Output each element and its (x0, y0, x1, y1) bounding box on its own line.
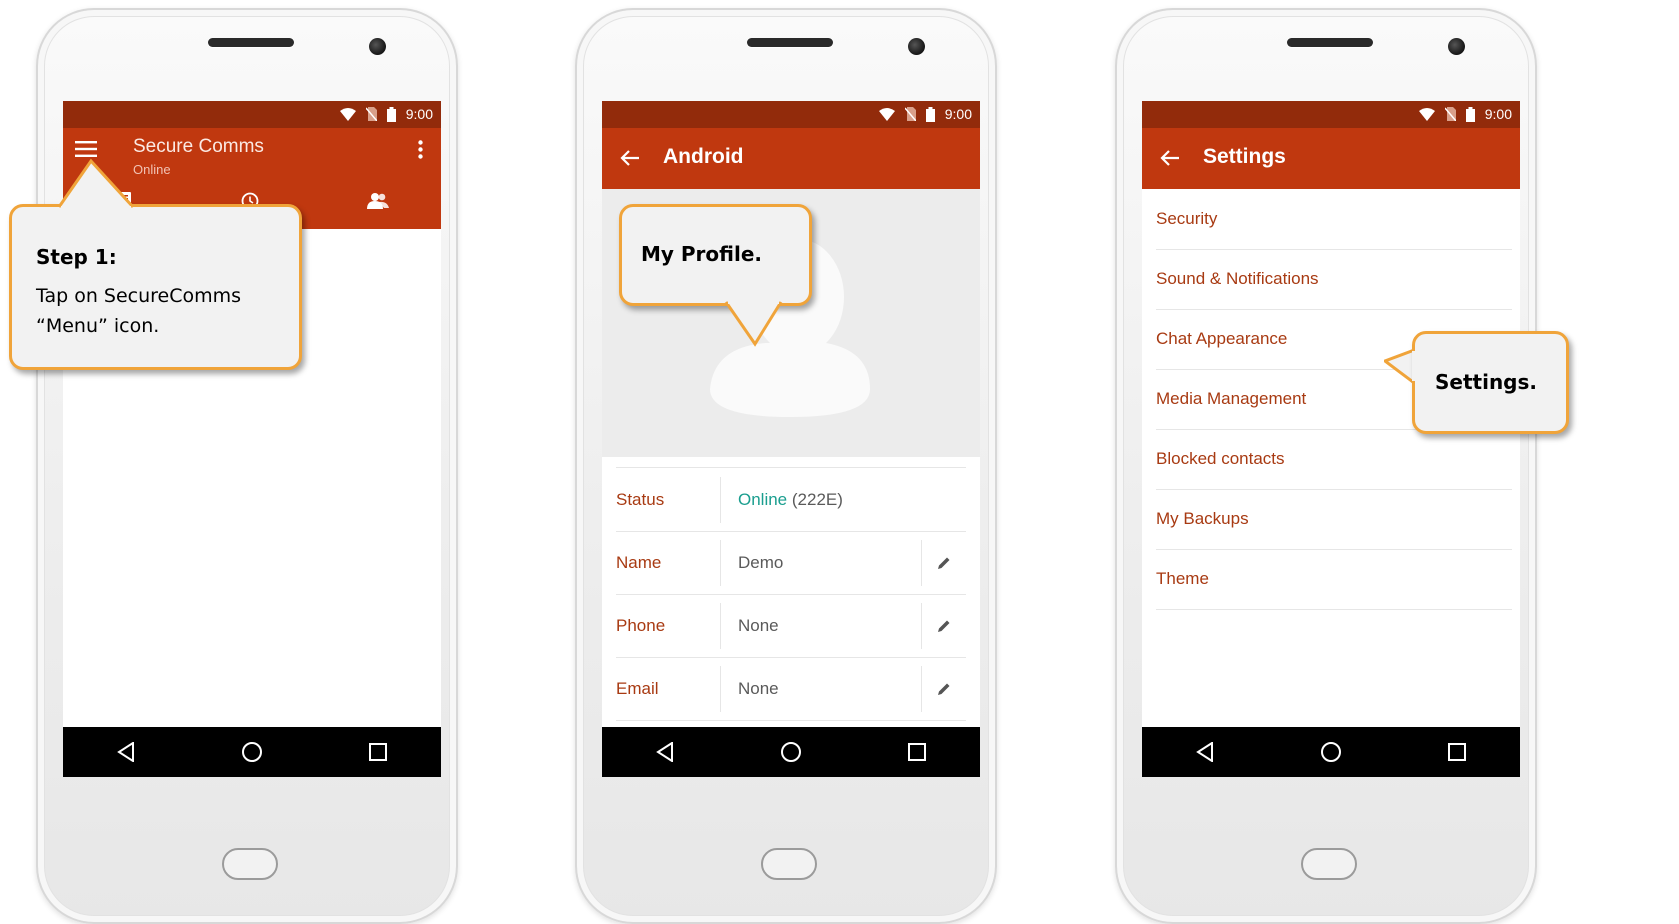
status-label: Status (616, 489, 665, 509)
earpiece-speaker (208, 38, 294, 47)
status-online-text: Online (738, 489, 788, 509)
battery-icon (1465, 106, 1475, 122)
screen-3: 9:00 Settings Security Sound & Notificat… (1142, 101, 1520, 777)
wifi-icon (878, 107, 895, 121)
wifi-icon (339, 107, 356, 121)
nav-back-button[interactable] (1185, 732, 1225, 772)
nav-back-icon (656, 742, 673, 762)
edit-pencil-icon (938, 683, 950, 695)
callout-pointer (724, 300, 783, 347)
profile-row-phone[interactable]: Phone None (616, 594, 966, 658)
hardware-home-button[interactable] (761, 848, 817, 880)
screen-title: Settings (1203, 145, 1286, 168)
status-time: 9:00 (944, 106, 972, 122)
nav-recents-icon (369, 743, 387, 761)
front-camera (369, 38, 386, 55)
nav-home-icon (1321, 742, 1341, 762)
phone-frame-2: 9:00 Android Status Online (222E) Name D… (575, 8, 997, 924)
nav-back-button[interactable] (645, 732, 685, 772)
nav-recents-button[interactable] (897, 732, 937, 772)
status-extra-text: (222E) (791, 489, 843, 509)
front-camera (1448, 38, 1465, 55)
nav-home-button[interactable] (771, 732, 811, 772)
callout-text-line-2: “Menu” icon. (36, 315, 160, 337)
hardware-home-button[interactable] (1301, 848, 1357, 880)
edit-pencil-icon (938, 620, 950, 632)
nav-back-icon (117, 742, 134, 762)
menu-icon[interactable] (75, 141, 97, 157)
battery-icon (925, 106, 935, 122)
battery-icon (386, 106, 396, 122)
no-sim-icon (904, 107, 916, 121)
edit-name-button[interactable] (921, 539, 966, 586)
status-bar: 9:00 (1142, 101, 1520, 128)
edit-phone-button[interactable] (921, 602, 966, 649)
nav-recents-icon (908, 743, 926, 761)
email-value: None (738, 678, 779, 698)
app-title: Secure Comms (133, 136, 264, 157)
callout-pointer (57, 158, 135, 210)
contacts-icon[interactable] (367, 192, 389, 209)
settings-item-my-backups[interactable]: My Backups (1156, 489, 1512, 550)
profile-row-email[interactable]: Email None (616, 657, 966, 721)
profile-row-name[interactable]: Name Demo (616, 531, 966, 595)
phone-label: Phone (616, 615, 666, 635)
app-bar: Android (602, 128, 980, 189)
no-sim-icon (365, 107, 377, 121)
name-value: Demo (738, 552, 784, 572)
more-vert-icon[interactable] (418, 140, 423, 159)
status-time: 9:00 (1484, 106, 1512, 122)
email-label: Email (616, 678, 659, 698)
settings-item-sound-notifications[interactable]: Sound & Notifications (1156, 249, 1512, 310)
nav-back-icon (1196, 742, 1213, 762)
callout-title: Step 1: (36, 245, 117, 269)
system-nav-bar (1142, 727, 1520, 777)
status-value: Online (222E) (721, 490, 966, 510)
status-bar: 9:00 (63, 101, 441, 128)
pointer-cover (1412, 351, 1418, 381)
wifi-icon (1418, 107, 1435, 121)
system-nav-bar (63, 727, 441, 777)
edit-pencil-icon (938, 557, 950, 569)
back-arrow-icon[interactable] (620, 149, 640, 167)
name-label: Name (616, 552, 662, 572)
system-nav-bar (602, 727, 980, 777)
settings-item-theme[interactable]: Theme (1156, 549, 1512, 610)
settings-item-blocked-contacts[interactable]: Blocked contacts (1156, 429, 1512, 490)
nav-recents-button[interactable] (1437, 732, 1477, 772)
nav-home-icon (781, 742, 801, 762)
profile-row-status: Status Online (222E) (616, 467, 966, 532)
nav-recents-icon (1448, 743, 1466, 761)
nav-back-button[interactable] (106, 732, 146, 772)
earpiece-speaker (747, 38, 833, 47)
screen-title: Android (663, 145, 744, 168)
callout-box: Step 1: Tap on SecureComms “Menu” icon. (9, 204, 302, 370)
status-time: 9:00 (405, 106, 433, 122)
settings-item-security[interactable]: Security (1156, 189, 1512, 250)
callout-my-profile: My Profile. (619, 204, 812, 349)
hardware-home-button[interactable] (222, 848, 278, 880)
callout-text-line-1: Tap on SecureComms (36, 285, 242, 307)
callout-step-1: Step 1: Tap on SecureComms “Menu” icon. (9, 158, 302, 370)
callout-box: Settings. (1412, 331, 1569, 434)
no-sim-icon (1444, 107, 1456, 121)
screen-2: 9:00 Android Status Online (222E) Name D… (602, 101, 980, 777)
nav-recents-button[interactable] (358, 732, 398, 772)
front-camera (908, 38, 925, 55)
phone-frame-3: 9:00 Settings Security Sound & Notificat… (1115, 8, 1537, 924)
callout-box: My Profile. (619, 204, 812, 306)
callout-text: Settings. (1435, 370, 1538, 394)
status-bar: 9:00 (602, 101, 980, 128)
earpiece-speaker (1287, 38, 1373, 47)
phone-value: None (738, 615, 779, 635)
callout-settings: Settings. (1384, 331, 1679, 437)
phone-frame-1: 9:00 Secure Comms Online (36, 8, 458, 924)
callout-text: My Profile. (641, 242, 763, 266)
edit-email-button[interactable] (921, 665, 966, 712)
back-arrow-icon[interactable] (1160, 149, 1180, 167)
app-bar: Settings (1142, 128, 1520, 189)
nav-home-button[interactable] (232, 732, 272, 772)
nav-home-button[interactable] (1311, 732, 1351, 772)
nav-home-icon (242, 742, 262, 762)
